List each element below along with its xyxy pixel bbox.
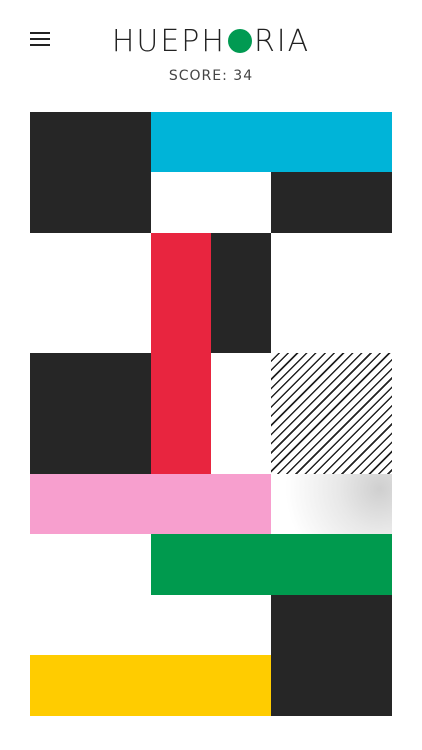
score-display: SCORE: 34 <box>0 68 422 84</box>
app-logo: HUEPH O RIA <box>0 22 422 62</box>
tile-black[interactable] <box>30 353 151 474</box>
logo-dot-icon: O <box>227 29 252 53</box>
tile-black[interactable] <box>271 172 392 233</box>
tile-green[interactable] <box>151 534 392 595</box>
logo-o-letter: O <box>240 29 241 30</box>
tile-black[interactable] <box>30 112 151 233</box>
tile-pink[interactable] <box>30 474 271 534</box>
logo-text-prefix: HUEPH <box>111 24 226 59</box>
logo-text-suffix: RIA <box>253 24 311 59</box>
game-board <box>30 112 392 716</box>
tile-cyan[interactable] <box>151 112 392 172</box>
score-value: 34 <box>233 68 254 84</box>
tile-yellow[interactable] <box>30 655 271 716</box>
tile-black[interactable] <box>271 595 392 716</box>
tile-red[interactable] <box>151 233 211 474</box>
tile-black[interactable] <box>211 233 271 353</box>
tile-gradient[interactable] <box>271 474 392 534</box>
tile-striped[interactable] <box>271 353 392 474</box>
score-label: SCORE: <box>168 68 228 84</box>
